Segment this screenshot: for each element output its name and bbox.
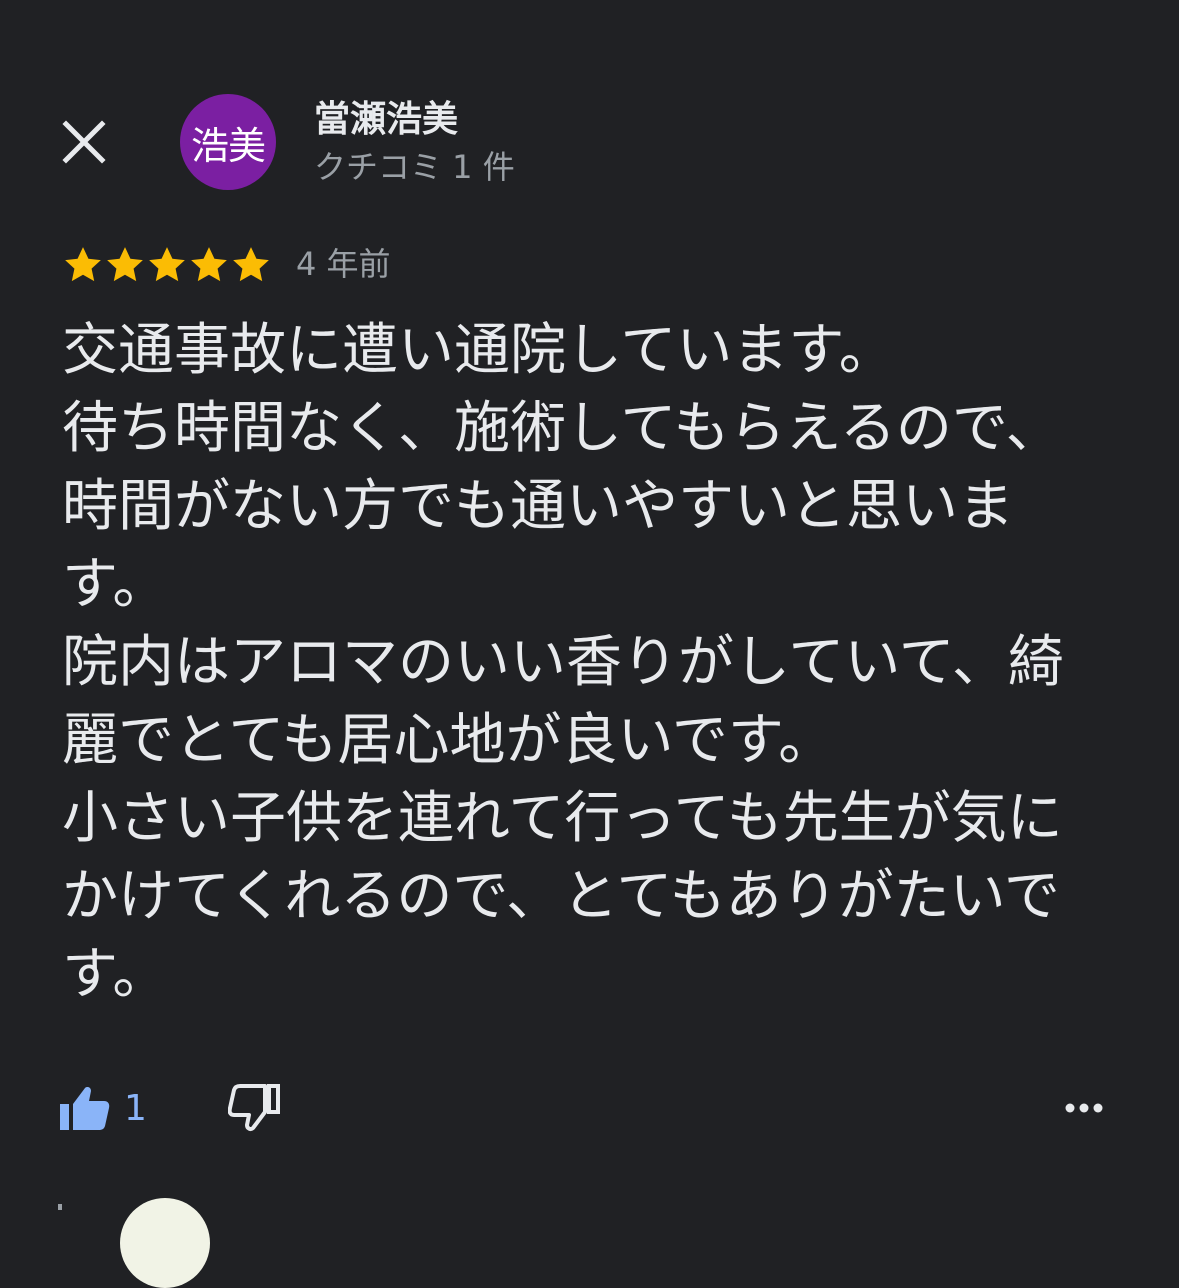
review-paragraph: 待ち時間なく、施術してもらえるので、時間がない方でも通いやすいと思います。 — [62, 396, 1062, 617]
review-paragraph: 院内はアロマのいい香りがしていて、綺麗でとても居心地が良いです。 — [62, 630, 1064, 773]
like-count: 1 — [124, 1087, 147, 1129]
close-icon — [62, 120, 106, 164]
review-timestamp: 4 年前 — [296, 245, 391, 283]
next-review-avatar[interactable] — [120, 1198, 210, 1288]
close-button[interactable] — [54, 112, 114, 172]
like-button[interactable]: 1 — [58, 1078, 147, 1138]
star-icon — [107, 247, 143, 282]
star-icon — [233, 247, 269, 282]
thumbs-down-icon — [228, 1084, 280, 1131]
review-count: クチコミ 1 件 — [314, 148, 515, 186]
star-icon — [65, 247, 101, 282]
thumbs-up-icon — [60, 1087, 110, 1130]
more-horizontal-icon — [1065, 1103, 1103, 1113]
review-paragraph: 小さい子供を連れて行っても先生が気にかけてくれるので、とてもありがたいです。 — [62, 786, 1063, 1007]
review-text: 交通事故に遭い通院しています。 待ち時間なく、施術してもらえるので、時間がない方… — [62, 312, 1092, 1014]
more-options-button[interactable] — [1054, 1082, 1114, 1134]
star-icon — [191, 247, 227, 282]
star-icon — [149, 247, 185, 282]
star-rating — [62, 244, 272, 286]
review-paragraph: 交通事故に遭い通院しています。 — [62, 318, 895, 383]
dislike-button[interactable] — [224, 1078, 284, 1138]
author-name[interactable]: 當瀬浩美 — [314, 98, 458, 142]
next-item-edge — [58, 1204, 62, 1210]
avatar[interactable]: 浩美 — [180, 94, 276, 190]
